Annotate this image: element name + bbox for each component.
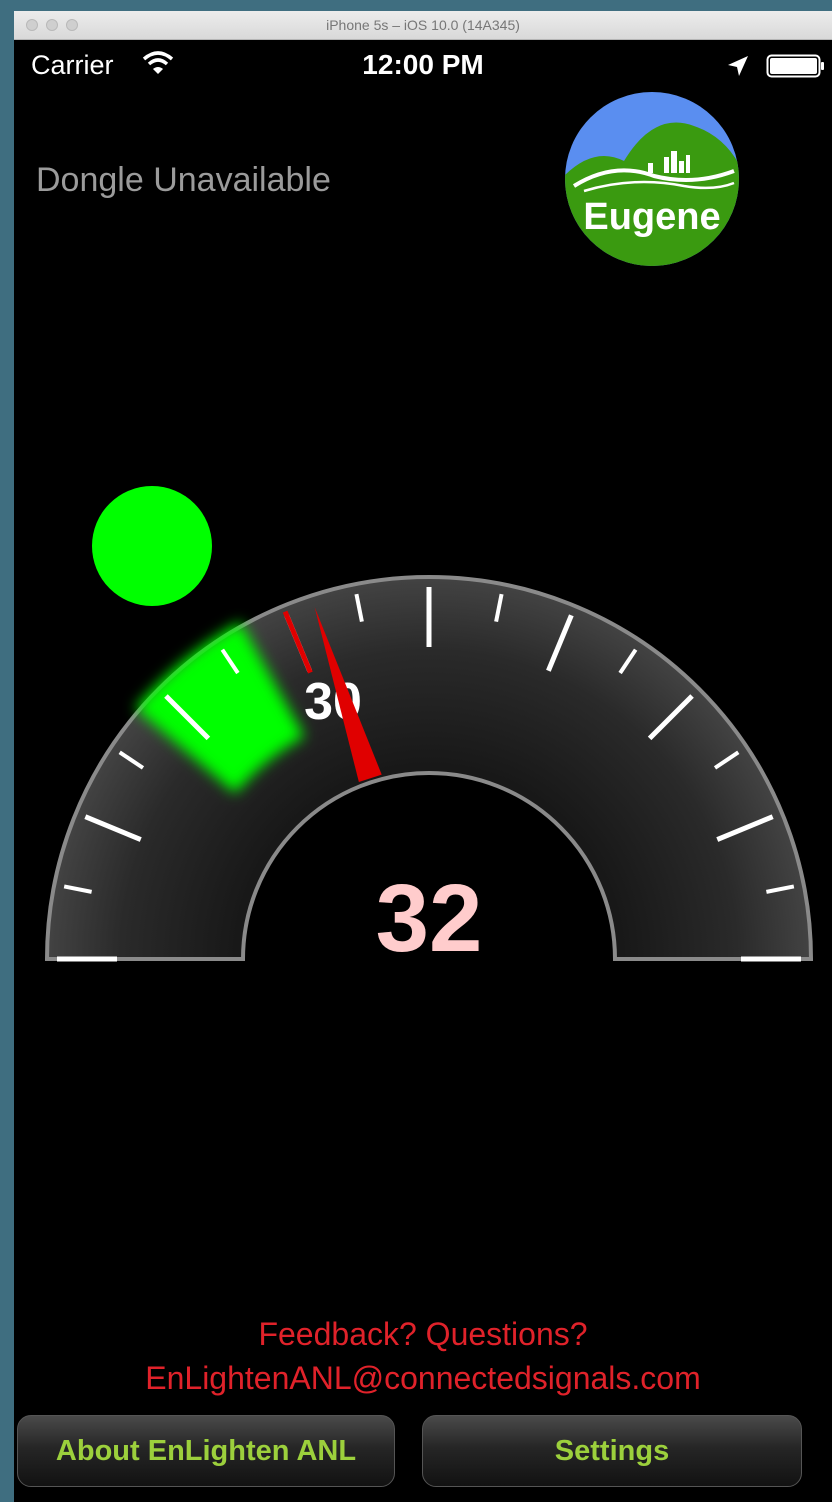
- simulator-window: iPhone 5s – iOS 10.0 (14A345) Carrier 12…: [14, 11, 832, 1502]
- signal-light-indicator: [92, 486, 212, 606]
- feedback-prompt: Feedback? Questions?: [258, 1316, 588, 1352]
- dongle-status-text: Dongle Unavailable: [36, 161, 331, 199]
- logo-text: Eugene: [583, 196, 720, 238]
- window-title: iPhone 5s – iOS 10.0 (14A345): [326, 17, 520, 33]
- status-time: 12:00 PM: [362, 49, 484, 80]
- feedback-email-link[interactable]: EnLightenANL@connectedsignals.com: [14, 1360, 832, 1397]
- window-titlebar: iPhone 5s – iOS 10.0 (14A345): [14, 11, 832, 40]
- settings-button[interactable]: Settings: [422, 1415, 802, 1487]
- eugene-logo: Eugene: [565, 92, 739, 266]
- location-arrow-icon: [728, 56, 748, 76]
- speedometer: 30 32: [44, 486, 814, 972]
- current-speed: 32: [376, 865, 483, 972]
- about-button[interactable]: About EnLighten ANL: [17, 1415, 395, 1487]
- status-bar: Carrier 12:00 PM: [14, 40, 832, 90]
- battery-icon: [766, 54, 824, 78]
